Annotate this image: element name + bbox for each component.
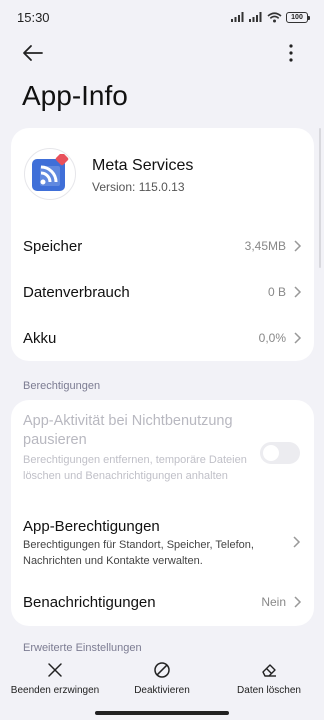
battery-icon: 100 bbox=[286, 11, 310, 23]
force-stop-label: Beenden erzwingen bbox=[10, 685, 100, 696]
storage-label: Speicher bbox=[23, 237, 83, 255]
back-arrow-icon[interactable] bbox=[20, 40, 46, 66]
notifications-value: Nein bbox=[261, 595, 286, 609]
eraser-icon bbox=[262, 664, 276, 677]
permissions-section-title: Berechtigungen bbox=[23, 380, 101, 392]
app-permissions-title: App-Berechtigungen bbox=[23, 518, 160, 535]
page-title: App-Info bbox=[22, 80, 128, 111]
storage-row[interactable]: Speicher 3,45MB bbox=[11, 223, 314, 269]
pause-activity-subtitle: Berechtigungen entfernen, temporäre Date… bbox=[23, 454, 247, 482]
data-usage-label: Datenverbrauch bbox=[23, 283, 130, 301]
top-bar bbox=[0, 38, 324, 68]
status-time: 15:30 bbox=[17, 9, 50, 25]
scrollbar[interactable] bbox=[319, 128, 321, 268]
app-header: Meta Services Version: 115.0.13 bbox=[11, 128, 314, 228]
notifications-label: Benachrichtigungen bbox=[23, 593, 156, 611]
data-usage-row[interactable]: Datenverbrauch 0 B bbox=[11, 269, 314, 315]
app-permissions-subtitle: Berechtigungen für Standort, Speicher, T… bbox=[23, 539, 254, 567]
chevron-right-icon bbox=[294, 332, 302, 344]
data-usage-value: 0 B bbox=[267, 285, 286, 299]
meta-services-app-icon bbox=[24, 148, 76, 200]
status-bar: 15:30 100 bbox=[0, 0, 324, 34]
pause-activity-title: App-Aktivität bei Nichtbenutzung pausier… bbox=[23, 413, 233, 448]
notifications-row[interactable]: Benachrichtigungen Nein bbox=[11, 579, 314, 625]
force-stop-button[interactable]: Beenden erzwingen bbox=[6, 661, 104, 696]
clear-data-button[interactable]: Daten löschen bbox=[224, 661, 314, 696]
chevron-right-icon bbox=[294, 596, 302, 608]
battery-value: 0,0% bbox=[258, 331, 286, 345]
app-permissions-row[interactable]: App-Berechtigungen Berechtigungen für St… bbox=[23, 517, 273, 569]
app-version: Version: 115.0.13 bbox=[92, 180, 185, 194]
signal-icon bbox=[231, 12, 244, 22]
battery-row[interactable]: Akku 0,0% bbox=[11, 315, 314, 361]
storage-value: 3,45MB bbox=[244, 239, 286, 253]
clear-data-label: Daten löschen bbox=[237, 685, 301, 696]
permissions-card: App-Aktivität bei Nichtbenutzung pausier… bbox=[11, 400, 314, 626]
more-vertical-icon[interactable] bbox=[278, 40, 304, 66]
close-icon bbox=[48, 663, 62, 677]
chevron-right-icon bbox=[293, 536, 301, 548]
chevron-right-icon bbox=[294, 286, 302, 298]
battery-label: Akku bbox=[23, 329, 57, 347]
app-name: Meta Services bbox=[92, 157, 194, 174]
disable-label: Deaktivieren bbox=[134, 685, 190, 696]
signal-icon bbox=[249, 12, 262, 22]
block-icon bbox=[154, 662, 170, 678]
pause-activity-toggle bbox=[260, 442, 300, 464]
pause-activity-setting: App-Aktivität bei Nichtbenutzung pausier… bbox=[23, 412, 263, 484]
wifi-icon bbox=[267, 11, 282, 22]
chevron-right-icon bbox=[294, 240, 302, 252]
status-icons: 100 bbox=[231, 11, 310, 23]
home-indicator[interactable] bbox=[95, 711, 229, 715]
disable-button[interactable]: Deaktivieren bbox=[117, 661, 207, 696]
advanced-section-title: Erweiterte Einstellungen bbox=[23, 642, 142, 654]
app-info-card: Meta Services Version: 115.0.13 Speicher… bbox=[11, 128, 314, 361]
